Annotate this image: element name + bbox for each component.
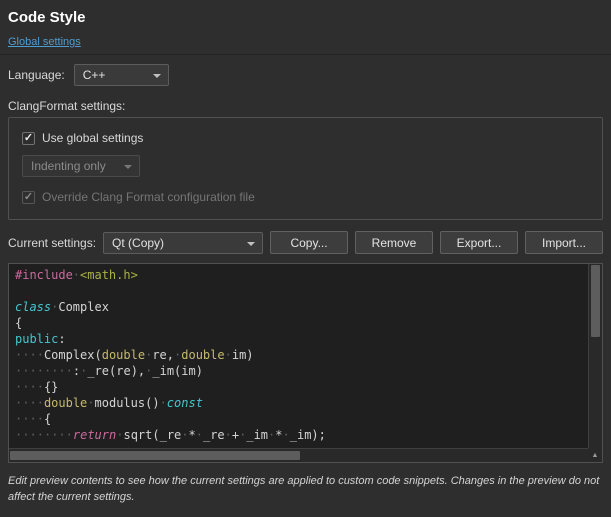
language-dropdown-value: C++ [83, 68, 106, 82]
code-token: Complex [58, 300, 109, 314]
checkbox-box: ✓ [22, 191, 35, 204]
language-label: Language: [8, 68, 65, 82]
override-clang-checkbox: ✓ Override Clang Format configuration fi… [22, 190, 589, 204]
code-line: ····Complex(double·re,·double·im) [15, 347, 588, 363]
settings-buttons: Copy... Remove Export... Import... [270, 231, 603, 254]
indent-mode-dropdown-value: Indenting only [31, 159, 106, 173]
code-token: {} [44, 380, 58, 394]
use-global-settings-checkbox[interactable]: ✓ Use global settings [22, 131, 589, 145]
code-line: ········return·sqrt(_re·*·_re·+·_im·*·_i… [15, 427, 588, 443]
export-button[interactable]: Export... [440, 231, 518, 254]
current-settings-row: Current settings: Qt (Copy) Copy... Remov… [0, 220, 611, 260]
code-token: _re(re), [87, 364, 145, 378]
code-token: Complex( [44, 348, 102, 362]
footer-note: Edit preview contents to see how the cur… [0, 463, 611, 517]
scrollbar-corner: ▲ [588, 448, 602, 462]
copy-button[interactable]: Copy... [270, 231, 348, 254]
code-line: ········:·_re(re),·_im(im) [15, 363, 588, 379]
current-settings-dropdown-value: Qt (Copy) [112, 236, 164, 250]
code-token: class [15, 300, 51, 314]
code-token: _re [203, 428, 225, 442]
code-token: { [44, 412, 51, 426]
vertical-scrollbar-thumb[interactable] [591, 265, 600, 337]
code-line: { [15, 315, 588, 331]
code-token: : [58, 332, 65, 346]
code-token: const [167, 396, 203, 410]
remove-button[interactable]: Remove [355, 231, 433, 254]
chevron-down-icon [247, 242, 255, 246]
chevron-down-icon [124, 165, 132, 169]
checkbox-box: ✓ [22, 132, 35, 145]
chevron-down-icon [153, 74, 161, 78]
code-token: { [15, 316, 22, 330]
code-line [15, 283, 588, 299]
horizontal-scrollbar[interactable] [9, 448, 588, 462]
code-line: #include·<math.h> [15, 267, 588, 283]
code-token: modulus() [95, 396, 160, 410]
code-token: im) [232, 348, 254, 362]
code-token: re, [152, 348, 174, 362]
code-style-settings-page: Code Style Global settings Language: C++… [0, 0, 611, 498]
current-settings-label: Current settings: [8, 236, 96, 250]
use-global-settings-label: Use global settings [42, 131, 143, 145]
language-row: Language: C++ [0, 55, 611, 89]
global-settings-link[interactable]: Global settings [8, 36, 81, 48]
clangformat-groupbox: ✓ Use global settings Indenting only ✓ O… [8, 117, 603, 220]
code-token: double [44, 396, 87, 410]
code-token: <math.h> [80, 268, 138, 282]
code-area[interactable]: #include·<math.h> class·Complex{public:·… [9, 264, 588, 448]
page-title: Code Style [0, 0, 611, 26]
code-token: return [73, 428, 116, 442]
code-line: ····double·modulus()·const [15, 395, 588, 411]
code-line: public: [15, 331, 588, 347]
code-token: * [189, 428, 196, 442]
code-token: #include [15, 268, 73, 282]
code-token: _im [246, 428, 268, 442]
override-clang-label: Override Clang Format configuration file [42, 190, 255, 204]
indent-mode-dropdown: Indenting only [22, 155, 140, 177]
code-token: sqrt(_re [123, 428, 181, 442]
clangformat-group-label: ClangFormat settings: [0, 89, 611, 117]
scroll-arrow-icon: ▲ [592, 452, 599, 459]
horizontal-scrollbar-thumb[interactable] [10, 451, 300, 460]
code-line: ····{} [15, 379, 588, 395]
language-dropdown[interactable]: C++ [74, 64, 169, 86]
current-settings-dropdown[interactable]: Qt (Copy) [103, 232, 263, 254]
vertical-scrollbar[interactable] [588, 264, 602, 448]
code-token: _im); [290, 428, 326, 442]
code-token: double [181, 348, 224, 362]
code-token: _im(im) [152, 364, 203, 378]
code-token: * [275, 428, 282, 442]
code-token: public [15, 332, 58, 346]
code-line: class·Complex [15, 299, 588, 315]
code-preview-editor[interactable]: #include·<math.h> class·Complex{public:·… [8, 263, 603, 463]
code-token: double [102, 348, 145, 362]
code-line: ····{ [15, 411, 588, 427]
import-button[interactable]: Import... [525, 231, 603, 254]
